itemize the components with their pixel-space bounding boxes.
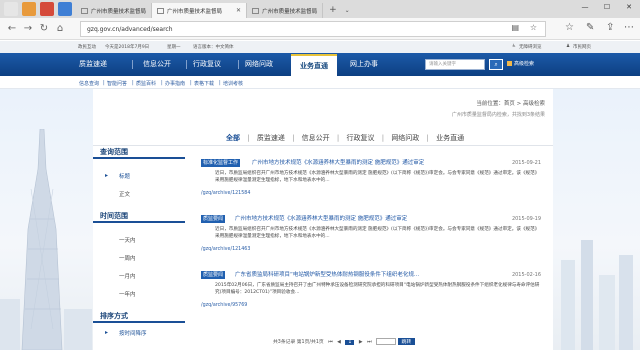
category-tabs: 全部 | 质监速递 | 信息公开 | 行政复议 | 网络问政 | 业务直通 — [226, 133, 465, 143]
maximize-icon[interactable]: ☐ — [596, 0, 618, 14]
current-page[interactable]: 1 — [345, 340, 355, 345]
close-window-icon[interactable]: ✕ — [618, 0, 640, 14]
category-tab[interactable]: 质监速递 — [257, 133, 285, 143]
category-tab-active[interactable]: 全部 — [226, 133, 240, 143]
last-page-icon[interactable]: ⏭ — [367, 339, 371, 345]
nav-item[interactable]: 行政复议 — [193, 53, 221, 76]
minimize-icon[interactable]: — — [574, 0, 596, 14]
reading-view-icon[interactable]: ▤ — [511, 23, 519, 32]
category-tab[interactable]: 信息公开 — [302, 133, 330, 143]
sort-title: 排序方式 — [93, 311, 185, 323]
share-icon[interactable]: ⇪ — [606, 22, 614, 33]
favorites-icon[interactable]: ☆ — [565, 22, 574, 33]
scope-title: 查询范围 — [93, 147, 185, 159]
accessible-icon: ♿ — [512, 44, 517, 49]
subnav-item[interactable]: 信息查询 — [79, 80, 99, 87]
nav-item[interactable]: 信息公开 — [143, 53, 171, 76]
result-title[interactable]: 广东省质监局科研项目“电站锅炉新型受热体耐热钢服役条件下组织老化规... — [235, 271, 419, 279]
home-icon[interactable]: ⌂ — [52, 23, 68, 34]
notes-icon[interactable]: ✎ — [586, 22, 594, 33]
favorite-star-icon[interactable]: ☆ — [530, 23, 537, 32]
browser-tab-bar: 广州市质量技术监督局 广州市质量技术监督局 ✕ 广州市质量技术监督局 + ⌄ —… — [0, 0, 640, 18]
page-icon — [81, 7, 88, 14]
close-tab-icon[interactable]: ✕ — [236, 7, 241, 14]
nav-item[interactable]: 质监速递 — [79, 53, 107, 76]
result-date: 2015-02-16 — [511, 272, 541, 278]
subnav-item[interactable]: 培训考核 — [223, 80, 243, 87]
site-top-strip: 政民互动 今天是2018年7月9日 星期一 语言版本：中文简体 ♿ 无障碍浏览 … — [0, 41, 640, 53]
category-tab[interactable]: 网络问政 — [391, 133, 419, 143]
new-tab-icon[interactable]: + — [329, 3, 337, 18]
scope-option-body[interactable]: 正文 — [93, 190, 185, 198]
result-date: 2015-09-21 — [511, 160, 541, 166]
divider — [93, 145, 553, 146]
result-count: 广州市质量监督局内检索，共找到3条结果 — [451, 112, 545, 118]
nav-item[interactable]: 网上办事 — [350, 53, 378, 76]
time-option[interactable]: 一年内 — [93, 290, 185, 298]
subnav-item[interactable]: 质监百科 — [136, 80, 156, 87]
scope-option-title[interactable]: 标题 — [93, 172, 185, 180]
go-button[interactable]: 跳转 — [397, 338, 416, 345]
result-snippet: 2015年02月06日，广东省质监局主持召开了由广州特种承压设备检测研究院承担的… — [215, 283, 540, 295]
result-category-badge[interactable]: 质监要闻 — [201, 271, 226, 279]
subnav-item[interactable]: 表格下载 — [194, 80, 214, 87]
search-icon[interactable]: ⌕ — [489, 59, 503, 70]
sub-nav: 信息查询 | 智能问答 | 质监百科 | 办事指南 | 表格下载 | 培训考核 — [0, 76, 640, 89]
back-icon[interactable]: ← — [4, 23, 20, 34]
result-snippet: 近日，市质监局组织召开广州市地方技术规范《水源涵养林大型暴雨的测定 施肥规范》(… — [215, 227, 540, 239]
category-tab[interactable]: 业务直通 — [436, 133, 464, 143]
pager-summary: 共3条记录 第1页/共1页 — [273, 340, 324, 345]
time-option[interactable]: 一周内 — [93, 254, 185, 262]
time-option[interactable]: 一月内 — [93, 272, 185, 280]
nav-item[interactable]: 网络问政 — [245, 53, 273, 76]
first-page-icon[interactable]: ⏮ — [328, 339, 332, 345]
browser-app-icon[interactable] — [58, 2, 72, 16]
tab-list-icon[interactable]: ⌄ — [345, 3, 350, 18]
sort-option[interactable]: 按时间降序 — [93, 329, 185, 337]
address-bar: ← → ↻ ⌂ gzq.gov.cn/advanced/search ▤ ☆ ☆… — [0, 18, 640, 40]
result-url[interactable]: /gzq/archive/121584 — [201, 191, 250, 196]
result-url[interactable]: /gzq/archive/95769 — [201, 303, 247, 308]
result-category-badge[interactable]: 标准化监督工作 — [201, 159, 241, 167]
url-input[interactable]: gzq.gov.cn/advanced/search ▤ ☆ — [80, 21, 546, 37]
time-title: 时间范围 — [93, 211, 185, 223]
result-date: 2015-09-19 — [511, 216, 541, 222]
more-icon[interactable]: ⋯ — [624, 22, 634, 33]
browser-tab[interactable]: 广州市质量技术监督局 — [76, 3, 153, 18]
browser-app-icon[interactable] — [40, 2, 54, 16]
time-option[interactable]: 一天内 — [93, 236, 185, 244]
user-icon: ♟ — [566, 44, 571, 49]
next-page-icon[interactable]: ▶ — [359, 340, 363, 345]
category-tab[interactable]: 行政复议 — [346, 133, 374, 143]
city-skyline-illustration — [561, 240, 633, 350]
refresh-icon[interactable]: ↻ — [36, 23, 52, 34]
subnav-item[interactable]: 智能问答 — [107, 80, 127, 87]
browser-app-icon[interactable] — [4, 2, 18, 16]
breadcrumb: 当前位置：首页 > 高级检索 — [476, 101, 545, 107]
forward-icon[interactable]: → — [20, 23, 36, 34]
browser-tab-active[interactable]: 广州市质量技术监督局 ✕ — [152, 3, 248, 18]
canton-tower-illustration — [0, 129, 92, 350]
advanced-search-icon — [507, 61, 512, 66]
result-title[interactable]: 广州市地方技术规范《水源涵养林大型暴雨的测定 施肥规范》通过审定 — [235, 215, 407, 223]
browser-app-icon[interactable] — [22, 2, 36, 16]
result-title[interactable]: 广州市地方技术规范《水源涵养林大型暴雨的测定 施肥规范》通过审定 — [252, 159, 424, 167]
prev-page-icon[interactable]: ◀ — [337, 340, 341, 345]
page-number-input[interactable] — [376, 338, 396, 345]
result-category-badge[interactable]: 质监要闻 — [201, 215, 226, 223]
pagination: 共3条记录 第1页/共1页 ⏮ ◀ 1 ▶ ⏭ 跳转 — [273, 338, 416, 345]
main-nav: 质监速递 信息公开 行政复议 网络问政 业务直通 网上办事 请输入关键字 ⌕ 高… — [0, 53, 640, 76]
result-url[interactable]: /gzq/archive/121463 — [201, 247, 250, 252]
subnav-item[interactable]: 办事指南 — [165, 80, 185, 87]
page-icon — [252, 7, 260, 14]
result-snippet: 近日，市质监局组织召开广州市地方技术规范《水源涵养林大型暴雨的测定 施肥规范》(… — [215, 171, 540, 183]
search-input[interactable]: 请输入关键字 — [425, 59, 485, 70]
browser-tab[interactable]: 广州市质量技术监督局 — [247, 3, 324, 18]
window-controls: — ☐ ✕ — [574, 0, 640, 14]
page-icon — [157, 7, 165, 14]
advanced-search-link[interactable]: 高级检索 — [507, 59, 534, 70]
nav-item-active[interactable]: 业务直通 — [291, 54, 337, 76]
search-results-panel: 当前位置：首页 > 高级检索 广州市质量监督局内检索，共找到3条结果 全部 | … — [93, 89, 553, 350]
